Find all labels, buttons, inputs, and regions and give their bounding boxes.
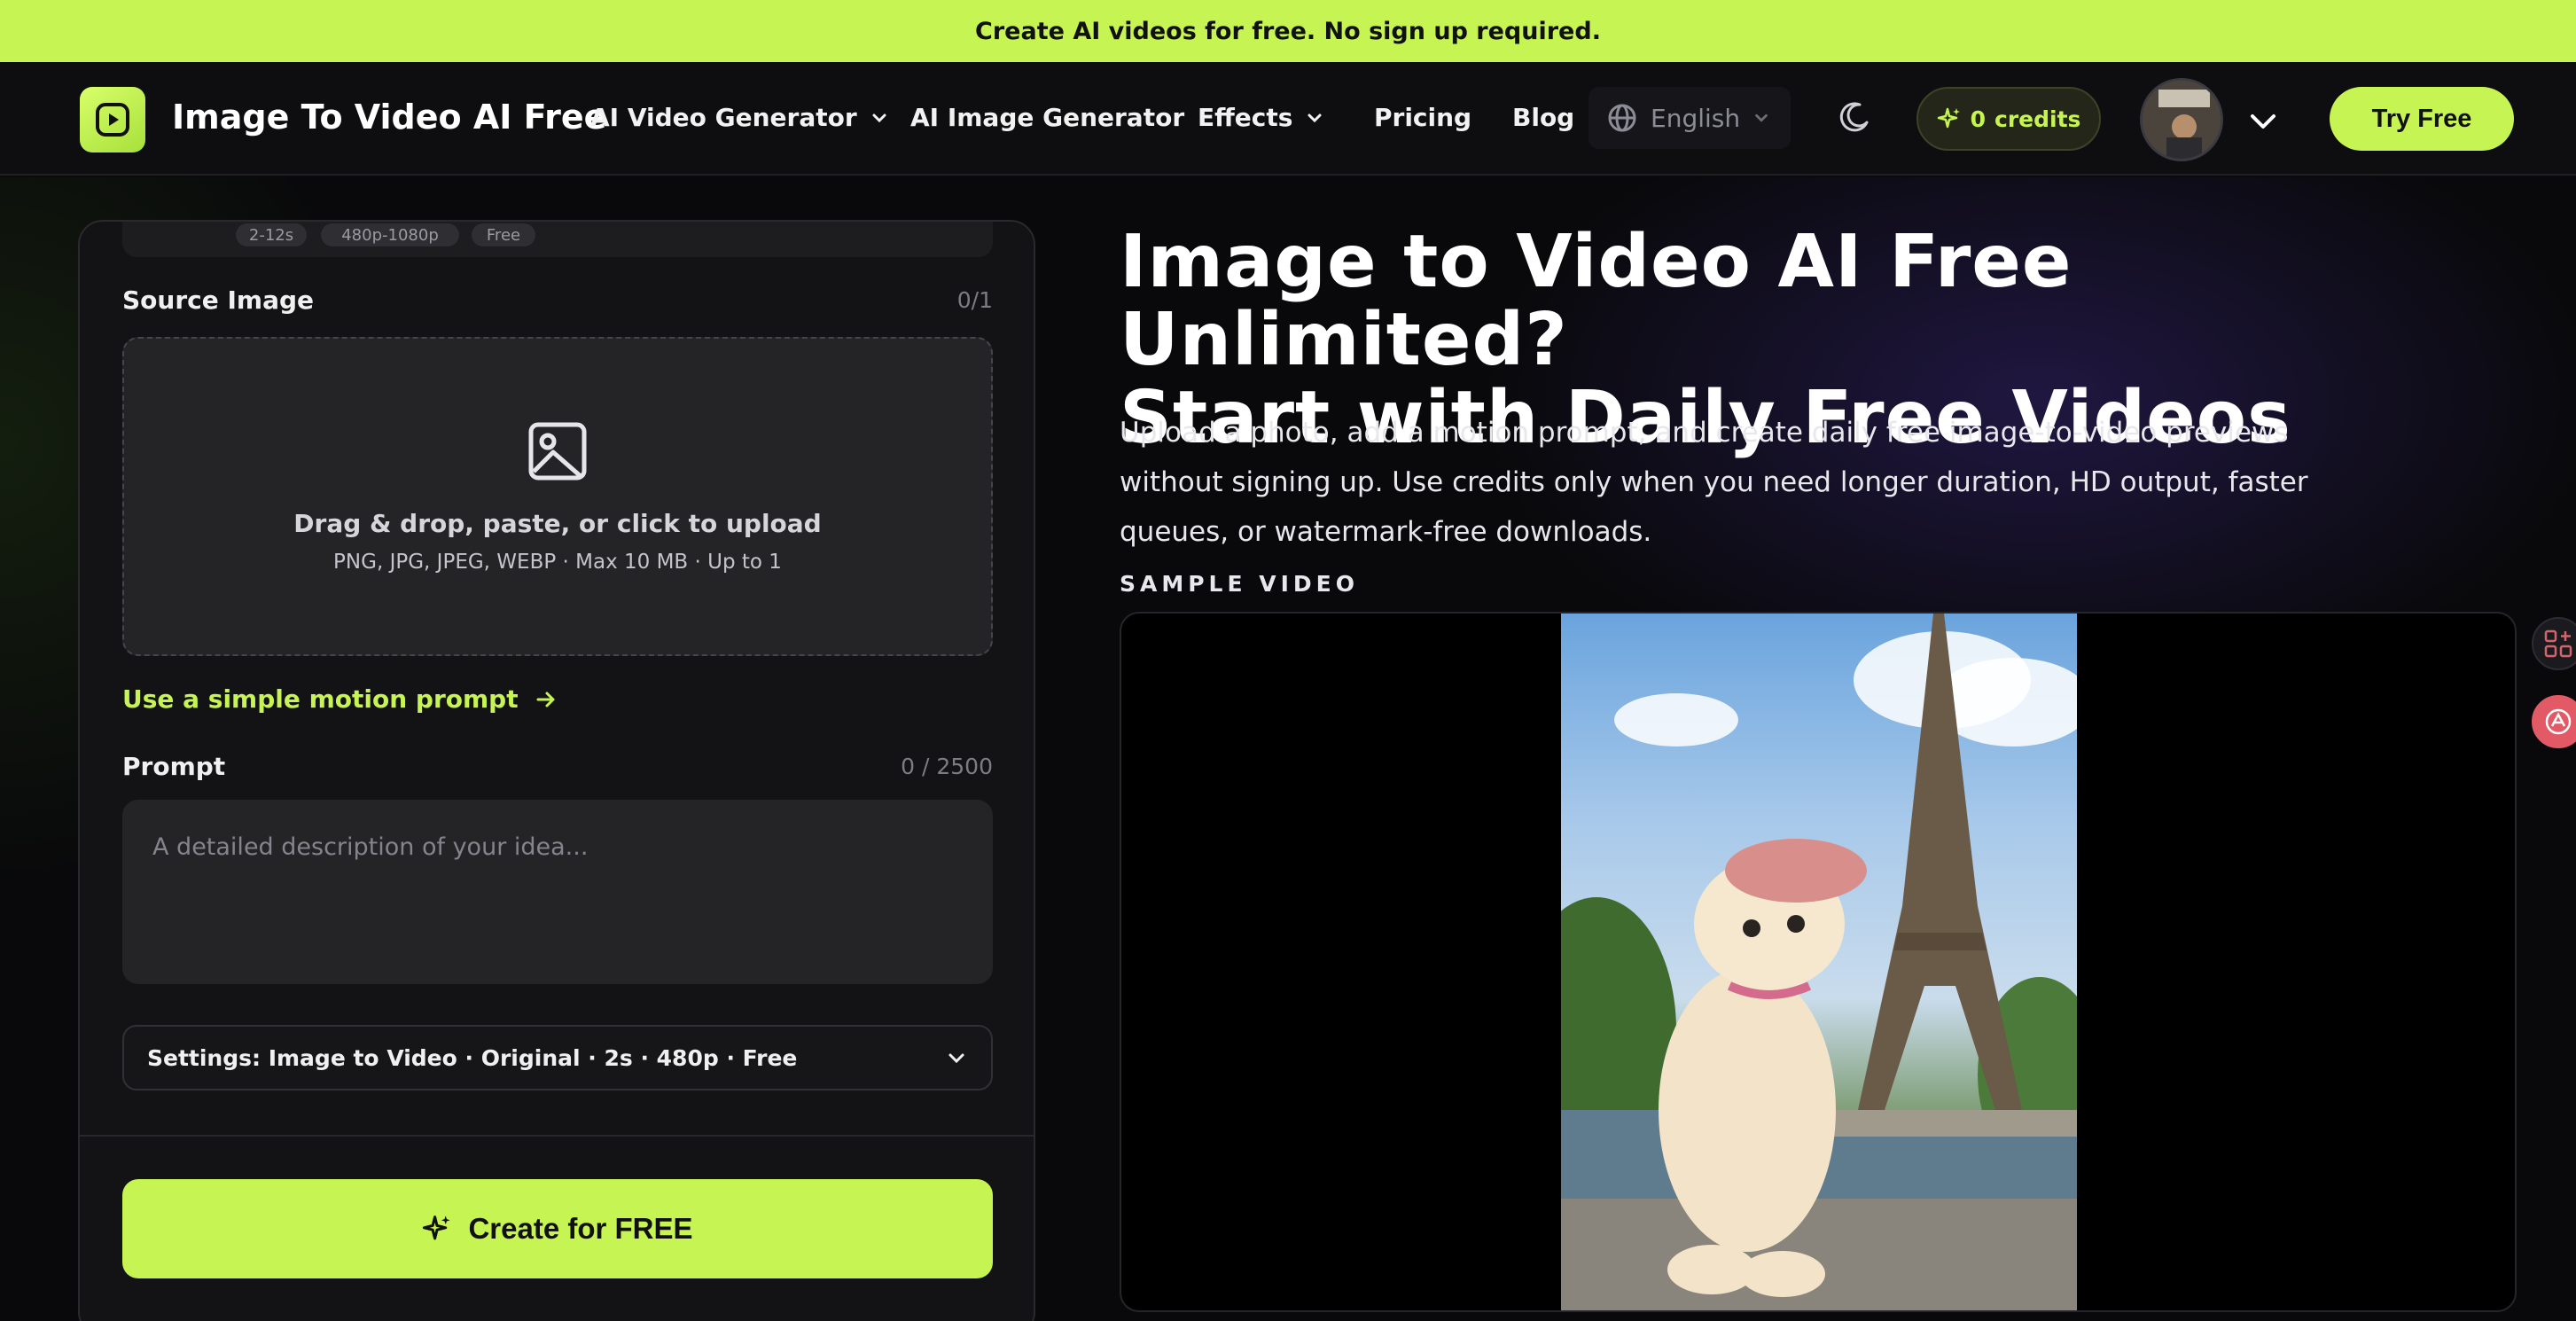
nav-blog[interactable]: Blog [1512,103,1574,132]
language-label: English [1651,103,1741,133]
prompt-input[interactable] [122,800,993,984]
top-navigation: Image To Video AI Free AI Video Generato… [0,62,2576,176]
nav-effects[interactable]: Effects [1198,103,1324,132]
settings-dropdown[interactable]: Settings: Image to Video · Original · 2s… [122,1025,993,1090]
panel-divider [80,1135,1034,1137]
nav-ai-image-generator-label: AI Image Generator [910,103,1185,132]
duration-chip: 2-12s [236,223,307,246]
prompt-label: Prompt [122,752,226,781]
settings-summary: Settings: Image to Video · Original · 2s… [147,1044,798,1071]
chevron-down-icon [1308,113,1322,122]
nav-pricing-label: Pricing [1374,103,1472,132]
hero-title-line-1: Image to Video AI Free Unlimited? [1120,220,2073,382]
account-chevron-down-icon[interactable] [2246,105,2280,138]
nav-ai-video-generator[interactable]: AI Video Generator [590,103,889,132]
nav-ai-video-generator-label: AI Video Generator [590,103,857,132]
arrow-right-icon [536,692,555,707]
credits-badge[interactable]: 0 credits [1916,87,2101,151]
nav-blog-label: Blog [1512,103,1575,132]
resolution-chip: 480p-1080p [321,223,459,246]
user-avatar[interactable] [2140,78,2223,161]
credits-count: 0 [1970,106,1986,132]
simple-motion-prompt-link[interactable]: Use a simple motion prompt [122,684,558,714]
image-upload-dropzone[interactable]: Drag & drop, paste, or click to upload P… [122,337,993,656]
language-selector[interactable]: English [1589,87,1791,149]
generator-panel: 2-12s 480p-1080p Free Source Image 0/1 D… [78,220,1035,1321]
create-button-label: Create for FREE [468,1212,693,1245]
try-free-button[interactable]: Try Free [2330,87,2514,151]
nav-ai-image-generator[interactable]: AI Image Generator [910,103,1184,132]
sparkle-icon [423,1215,451,1240]
sparkle-icon [1937,107,1960,129]
logo-text[interactable]: Image To Video AI Free [172,98,606,137]
globe-icon [1608,104,1636,132]
chevron-down-icon [872,113,886,122]
dropzone-formats: PNG, JPG, JPEG, WEBP · Max 10 MB · Up to… [333,550,782,574]
promo-banner: Create AI videos for free. No sign up re… [0,0,2576,62]
sample-video-frame [1561,614,2077,1310]
price-chip: Free [472,223,535,246]
simple-motion-prompt-label: Use a simple motion prompt [122,684,519,714]
prompt-count: 0 / 2500 [901,754,993,779]
chevron-down-icon [948,1053,964,1064]
model-options-strip: 2-12s 480p-1080p Free [122,222,993,257]
logo-icon[interactable] [80,87,145,152]
sample-video-label: SAMPLE VIDEO [1120,571,1359,597]
dropzone-title: Drag & drop, paste, or click to upload [293,508,822,538]
create-for-free-button[interactable]: Create for FREE [122,1179,993,1278]
image-upload-icon [528,422,587,480]
prompt-header: Prompt 0 / 2500 [122,752,993,781]
credits-label: credits [1994,106,2081,132]
source-image-label: Source Image [122,285,315,315]
source-image-count: 0/1 [956,287,993,313]
nav-effects-label: Effects [1198,103,1293,132]
chevron-down-icon [1755,113,1768,122]
source-image-header: Source Image 0/1 [122,285,993,315]
promo-banner-text: Create AI videos for free. No sign up re… [975,17,1601,45]
nav-pricing[interactable]: Pricing [1374,103,1471,132]
sample-video-player[interactable] [1120,612,2517,1312]
theme-toggle-moon-icon[interactable] [1837,99,1872,135]
hero-description: Upload a photo, add a motion prompt, and… [1120,417,2308,548]
